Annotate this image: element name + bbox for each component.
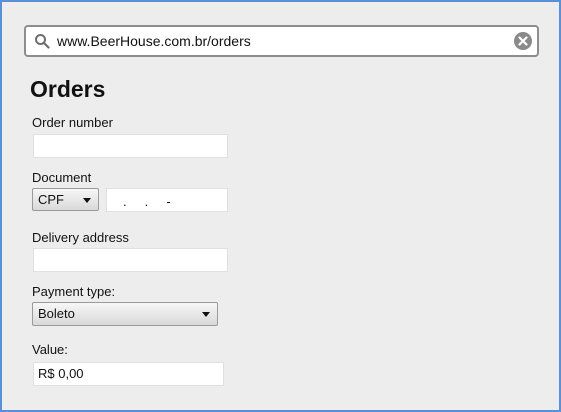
chevron-down-icon bbox=[83, 198, 91, 203]
document-type-value: CPF bbox=[38, 192, 64, 207]
payment-type-value: Boleto bbox=[38, 306, 75, 321]
order-number-label: Order number bbox=[32, 115, 113, 130]
order-number-input[interactable] bbox=[33, 134, 228, 158]
search-icon bbox=[35, 34, 50, 49]
clear-icon[interactable] bbox=[514, 32, 532, 50]
delivery-address-input[interactable] bbox=[33, 248, 228, 272]
delivery-address-label: Delivery address bbox=[32, 230, 129, 245]
value-label: Value: bbox=[32, 342, 68, 357]
chevron-down-icon bbox=[202, 312, 210, 317]
url-text[interactable]: www.BeerHouse.com.br/orders bbox=[57, 32, 251, 50]
payment-type-select[interactable]: Boleto bbox=[32, 302, 218, 326]
address-bar[interactable]: www.BeerHouse.com.br/orders bbox=[24, 25, 539, 57]
browser-window: www.BeerHouse.com.br/orders Orders Order… bbox=[0, 0, 561, 412]
document-number-mask: . . - bbox=[123, 194, 171, 209]
value-input[interactable]: R$ 0,00 bbox=[33, 362, 224, 386]
document-label: Document bbox=[32, 170, 92, 185]
payment-type-label: Payment type: bbox=[32, 284, 116, 299]
page-title: Orders bbox=[30, 76, 106, 102]
document-type-select[interactable]: CPF bbox=[32, 188, 99, 211]
document-number-input[interactable]: . . - bbox=[106, 188, 228, 212]
